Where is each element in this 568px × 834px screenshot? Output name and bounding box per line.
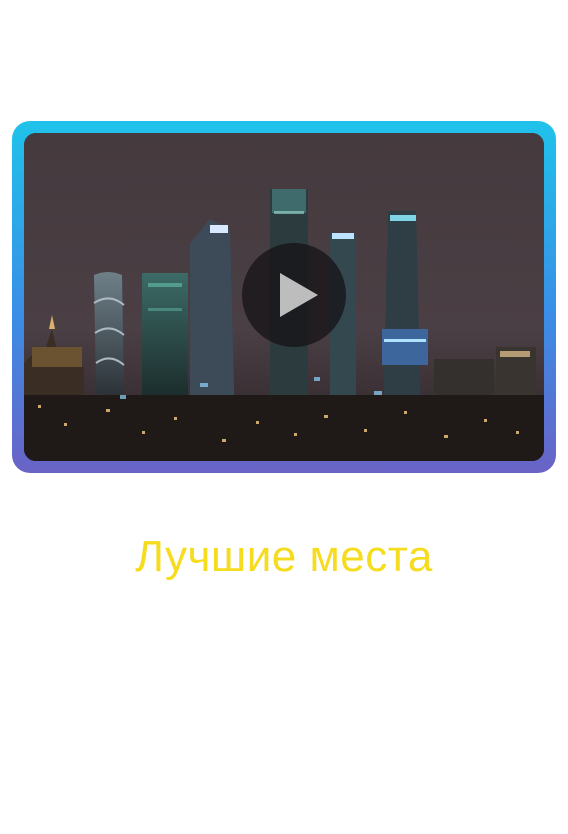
play-icon xyxy=(280,273,318,317)
play-button[interactable] xyxy=(242,243,346,347)
video-thumbnail[interactable] xyxy=(24,133,544,461)
screen: Лучшие места xyxy=(0,0,568,834)
video-card[interactable] xyxy=(12,121,556,473)
caption-title: Лучшие места xyxy=(135,532,433,581)
